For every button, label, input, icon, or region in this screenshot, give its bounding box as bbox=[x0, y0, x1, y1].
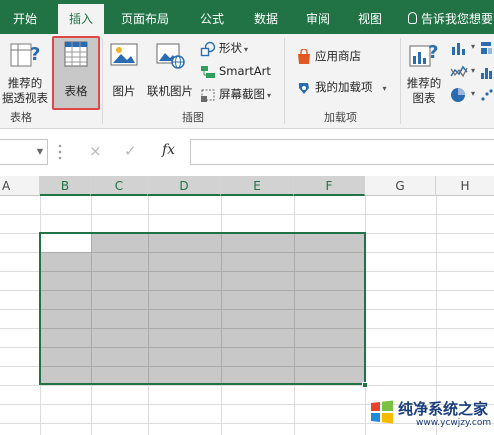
tab-home[interactable]: 开始 bbox=[0, 0, 50, 34]
picture-icon bbox=[110, 43, 138, 66]
pivot-table-icon: ? bbox=[10, 43, 40, 67]
tab-review[interactable]: 审阅 bbox=[296, 0, 340, 34]
column-header-c[interactable]: C bbox=[91, 176, 148, 196]
gridline bbox=[0, 385, 494, 386]
watermark-logo: 纯净系统之家 www.ycwjzy.com bbox=[360, 392, 494, 435]
group-separator bbox=[400, 38, 401, 124]
table-icon bbox=[64, 41, 88, 67]
chevron-down-icon[interactable]: ▼ bbox=[37, 147, 43, 156]
svg-text:?: ? bbox=[30, 44, 40, 65]
group-separator bbox=[102, 38, 103, 124]
table-button[interactable]: 表格 bbox=[52, 38, 100, 99]
chevron-down-icon[interactable]: ▾ bbox=[471, 89, 475, 98]
windows-logo-icon bbox=[371, 400, 393, 424]
column-header-e[interactable]: E bbox=[221, 176, 294, 196]
selection-border bbox=[39, 232, 366, 385]
cancel-icon[interactable]: × bbox=[89, 142, 102, 160]
online-picture-icon bbox=[156, 43, 185, 69]
enter-icon[interactable]: ✓ bbox=[124, 142, 137, 160]
line-chart-icon[interactable] bbox=[450, 64, 468, 80]
scatter-chart-icon[interactable] bbox=[480, 87, 494, 103]
recommended-pivot-label-2: 据透视表 bbox=[2, 91, 48, 105]
chevron-down-icon[interactable]: ▾ bbox=[471, 42, 475, 51]
smartart-icon bbox=[201, 65, 215, 78]
addins-group-label: 加载项 bbox=[324, 111, 357, 124]
recommended-pivottables-button[interactable]: ? 推荐的 据透视表 bbox=[0, 38, 50, 106]
pie-chart-icon[interactable] bbox=[450, 87, 468, 103]
watermark-title: 纯净系统之家 bbox=[398, 400, 489, 418]
tab-view[interactable]: 视图 bbox=[348, 0, 392, 34]
tab-insert[interactable]: 插入 bbox=[58, 4, 104, 38]
hierarchy-chart-icon[interactable] bbox=[480, 40, 494, 56]
pictures-label: 图片 bbox=[112, 84, 136, 98]
column-header-h[interactable]: H bbox=[436, 176, 494, 196]
screenshot-button[interactable]: 屏幕截图 ▾ bbox=[200, 84, 271, 104]
recommended-charts-icon: ? bbox=[409, 42, 438, 67]
my-addins-button[interactable]: 我的加载项 ▾ bbox=[296, 77, 387, 97]
store-label: 应用商店 bbox=[315, 49, 361, 63]
tell-me-box[interactable]: 告诉我您想要 bbox=[408, 0, 493, 34]
name-box[interactable]: ▼ bbox=[0, 139, 48, 165]
gridline bbox=[0, 214, 494, 215]
table-button-label: 表格 bbox=[64, 84, 88, 98]
tab-data[interactable]: 数据 bbox=[244, 0, 288, 34]
tables-group-label: 表格 bbox=[10, 111, 32, 124]
column-header-row: A B C D E F G H bbox=[0, 176, 494, 196]
fill-handle[interactable] bbox=[362, 382, 368, 388]
store-button[interactable]: 应用商店 bbox=[296, 46, 361, 66]
column-header-b[interactable]: B bbox=[40, 176, 91, 196]
pictures-button[interactable]: 图片 bbox=[106, 38, 142, 99]
ribbon-tab-bar: 开始 插入 页面布局 公式 数据 审阅 视图 告诉我您想要 bbox=[0, 0, 494, 38]
column-header-g[interactable]: G bbox=[365, 176, 436, 196]
chevron-down-icon: ▾ bbox=[244, 45, 249, 54]
recommended-charts-label-2: 图表 bbox=[412, 91, 436, 105]
tab-page-layout[interactable]: 页面布局 bbox=[113, 0, 177, 34]
formula-input[interactable] bbox=[190, 139, 494, 165]
column-header-f[interactable]: F bbox=[294, 176, 365, 196]
ribbon: ? 推荐的 据透视表 表格 表格 图片 联机图片 形状 ▾ SmartArt 屏… bbox=[0, 34, 494, 129]
group-separator bbox=[284, 38, 285, 124]
tell-me-text: 告诉我您想要 bbox=[421, 12, 494, 26]
online-pictures-button[interactable]: 联机图片 bbox=[144, 38, 196, 99]
resize-grip[interactable] bbox=[58, 143, 62, 161]
recommended-charts-label-1: 推荐的 bbox=[406, 76, 442, 90]
screenshot-label: 屏幕截图 bbox=[219, 87, 265, 101]
chevron-down-icon[interactable]: ▾ bbox=[471, 66, 475, 75]
watermark-url: www.ycwjzy.com bbox=[416, 418, 492, 428]
lightbulb-icon bbox=[408, 12, 417, 24]
smartart-label: SmartArt bbox=[219, 64, 271, 78]
recommended-charts-button[interactable]: ? 推荐的 图表 bbox=[402, 38, 446, 106]
shapes-button[interactable]: 形状 ▾ bbox=[200, 38, 248, 58]
online-pictures-label: 联机图片 bbox=[147, 84, 193, 98]
store-icon bbox=[298, 48, 310, 64]
recommended-pivot-label-1: 推荐的 bbox=[7, 76, 43, 90]
column-header-a[interactable]: A bbox=[0, 176, 40, 196]
formula-bar: ▼ × ✓ fx bbox=[0, 129, 494, 176]
screenshot-icon bbox=[201, 89, 215, 102]
shapes-label: 形状 bbox=[219, 41, 242, 55]
insert-function-icon[interactable]: fx bbox=[162, 142, 175, 158]
illustrations-group-label: 插图 bbox=[182, 111, 204, 124]
column-header-d[interactable]: D bbox=[148, 176, 221, 196]
tab-formulas[interactable]: 公式 bbox=[190, 0, 234, 34]
addins-icon bbox=[299, 82, 309, 94]
my-addins-label: 我的加载项 bbox=[315, 80, 373, 94]
chevron-down-icon: ▾ bbox=[382, 84, 387, 93]
chevron-down-icon: ▾ bbox=[267, 91, 272, 100]
shapes-icon bbox=[200, 41, 216, 56]
statistic-chart-icon[interactable] bbox=[480, 64, 494, 80]
column-chart-icon[interactable] bbox=[450, 40, 468, 56]
svg-text:?: ? bbox=[428, 42, 438, 63]
smartart-button[interactable]: SmartArt bbox=[200, 61, 271, 81]
